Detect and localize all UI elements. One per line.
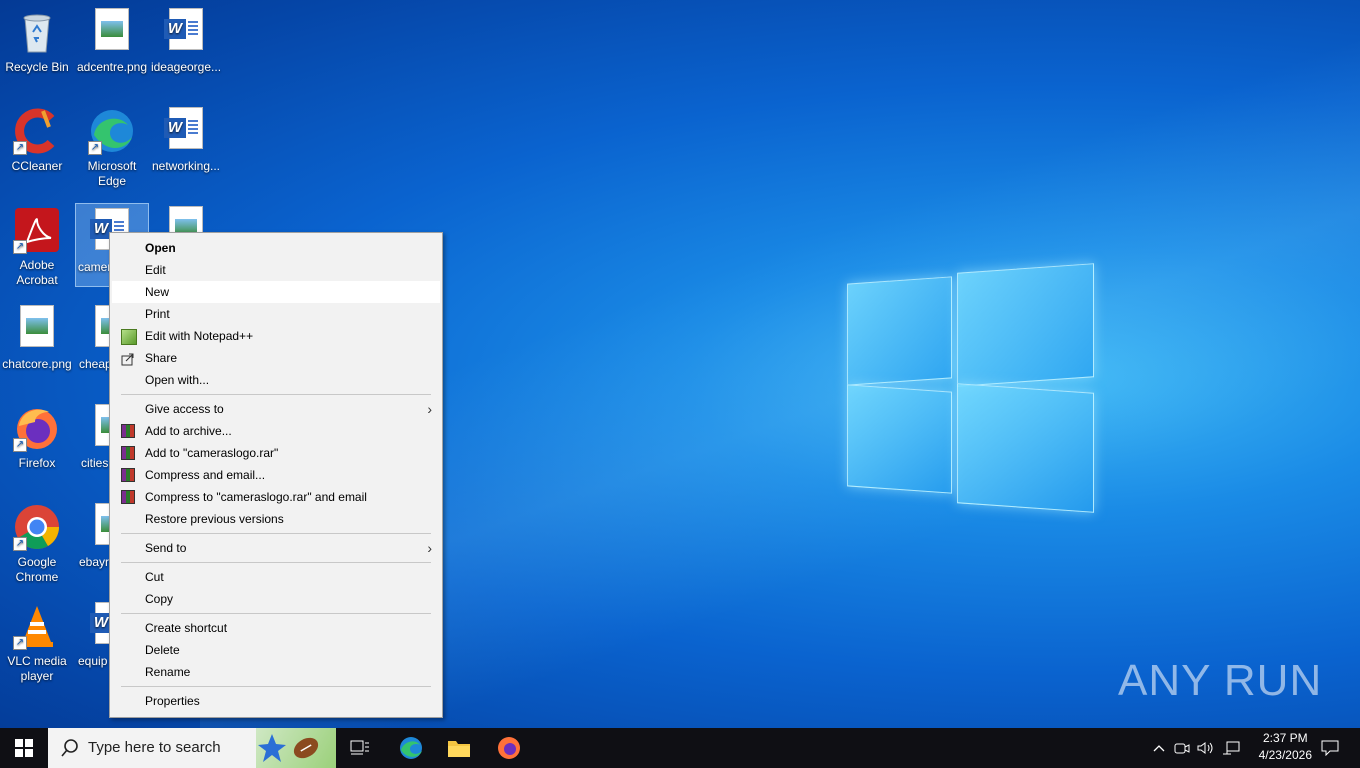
menu-item-cut[interactable]: Cut — [112, 566, 440, 588]
menu-item-open[interactable]: Open — [112, 237, 440, 259]
menu-item-create-shortcut[interactable]: Create shortcut — [112, 617, 440, 639]
meet-now-button[interactable] — [1172, 728, 1192, 768]
notepadpp-icon — [121, 329, 137, 345]
edge-icon — [400, 737, 422, 759]
recycle-bin-icon — [13, 8, 61, 56]
volume-button[interactable] — [1196, 728, 1216, 768]
task-view-icon — [350, 740, 369, 755]
clock-date: 4/23/2026 — [1258, 748, 1312, 762]
search-highlight-image — [256, 728, 336, 768]
folder-icon — [448, 741, 470, 757]
menu-item-open-with[interactable]: Open with... — [112, 369, 440, 391]
anyrun-watermark: ANY RUN — [1118, 656, 1323, 705]
winrar-icon — [121, 446, 135, 460]
menu-separator — [121, 686, 431, 687]
submenu-arrow-icon: › — [427, 401, 432, 417]
desktop-icon-firefox[interactable]: ↗ Firefox — [1, 400, 73, 471]
desktop-icon-recycle-bin[interactable]: Recycle Bin — [1, 4, 73, 75]
image-file-icon — [13, 305, 61, 353]
word-doc-icon: W — [162, 8, 210, 56]
action-center-button[interactable] — [1310, 728, 1350, 768]
show-hidden-icons[interactable] — [1150, 728, 1168, 768]
taskbar-edge[interactable] — [390, 728, 432, 768]
menu-item-add-rar[interactable]: Add to "cameraslogo.rar" — [112, 442, 440, 464]
share-icon — [121, 351, 135, 366]
menu-item-edit[interactable]: Edit — [112, 259, 440, 281]
network-icon — [1223, 741, 1240, 755]
menu-separator — [121, 613, 431, 614]
desktop-icon-google-chrome[interactable]: ↗ Google Chrome — [1, 499, 73, 585]
winrar-icon — [121, 468, 135, 482]
desktop-icon-adcentre[interactable]: adcentre.png — [76, 4, 148, 75]
menu-separator — [121, 533, 431, 534]
taskbar-firefox[interactable] — [488, 728, 530, 768]
menu-item-share[interactable]: Share — [112, 347, 440, 369]
clock-time: 2:37 PM — [1262, 731, 1308, 745]
menu-item-print[interactable]: Print — [112, 303, 440, 325]
menu-item-delete[interactable]: Delete — [112, 639, 440, 661]
windows-start-icon — [15, 739, 33, 757]
menu-item-give-access[interactable]: Give access to › — [112, 398, 440, 420]
vlc-icon: ↗ — [13, 602, 61, 650]
menu-item-restore-versions[interactable]: Restore previous versions — [112, 508, 440, 530]
menu-item-copy[interactable]: Copy — [112, 588, 440, 610]
desktop-icon-chatcore[interactable]: chatcore.png — [1, 301, 73, 372]
menu-item-send-to[interactable]: Send to › — [112, 537, 440, 559]
menu-item-rename[interactable]: Rename — [112, 661, 440, 683]
desktop-icon-vlc[interactable]: ↗ VLC media player — [1, 598, 73, 684]
word-doc-icon: W — [162, 107, 210, 155]
menu-separator — [121, 562, 431, 563]
menu-item-compress-rar-email[interactable]: Compress to "cameraslogo.rar" and email — [112, 486, 440, 508]
acrobat-icon: ↗ — [13, 206, 61, 254]
menu-item-edit-notepadpp[interactable]: Edit with Notepad++ — [112, 325, 440, 347]
chevron-up-icon — [1153, 745, 1165, 752]
taskbar-search-box[interactable]: Type here to search — [48, 728, 336, 768]
taskbar-file-explorer[interactable] — [438, 728, 480, 768]
taskbar-clock[interactable]: 2:37 PM 4/23/2026 — [1259, 730, 1312, 764]
edge-icon: ↗ — [88, 107, 136, 155]
task-view-button[interactable] — [340, 728, 380, 768]
image-file-icon — [88, 8, 136, 56]
windows-logo-wallpaper — [845, 258, 1095, 513]
network-button[interactable] — [1220, 728, 1242, 768]
notification-icon — [1321, 740, 1339, 756]
ccleaner-icon: ↗ — [13, 107, 61, 155]
menu-item-add-archive[interactable]: Add to archive... — [112, 420, 440, 442]
desktop-icon-ccleaner[interactable]: ↗ CCleaner — [1, 103, 73, 174]
desktop-icon-ideageorge[interactable]: W ideageorge... — [150, 4, 222, 75]
menu-item-new[interactable]: New — [112, 281, 440, 303]
search-placeholder: Type here to search — [88, 739, 221, 756]
speaker-icon — [1197, 742, 1213, 754]
winrar-icon — [121, 490, 135, 504]
context-menu: Open Edit New Print Edit with Notepad++ … — [109, 232, 443, 718]
chrome-icon: ↗ — [13, 503, 61, 551]
winrar-icon — [121, 424, 135, 438]
start-button[interactable] — [0, 728, 48, 768]
desktop-icon-networking[interactable]: W networking... — [150, 103, 222, 174]
camera-icon — [1174, 743, 1190, 754]
desktop-icon-microsoft-edge[interactable]: ↗ Microsoft Edge — [76, 103, 148, 189]
menu-separator — [121, 394, 431, 395]
menu-item-properties[interactable]: Properties — [112, 690, 440, 712]
firefox-icon — [498, 737, 520, 759]
menu-item-compress-email[interactable]: Compress and email... — [112, 464, 440, 486]
submenu-arrow-icon: › — [427, 540, 432, 556]
desktop-icon-adobe-acrobat[interactable]: ↗ Adobe Acrobat — [1, 202, 73, 288]
firefox-icon: ↗ — [13, 404, 61, 452]
search-icon — [61, 739, 78, 757]
taskbar: Type here to search 2:37 PM 4/23/2026 — [0, 728, 1360, 768]
